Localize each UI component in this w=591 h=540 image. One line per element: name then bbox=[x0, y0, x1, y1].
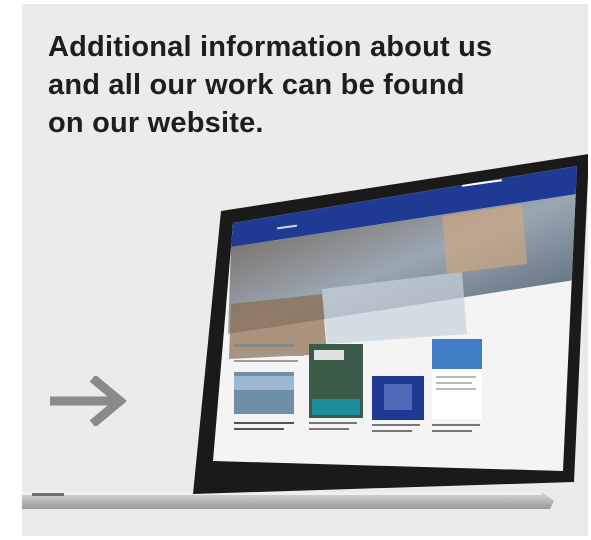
laptop-base bbox=[22, 492, 554, 509]
website-preview bbox=[213, 166, 577, 471]
laptop-icon bbox=[22, 154, 588, 509]
info-card: Additional information about us and all … bbox=[22, 4, 588, 536]
